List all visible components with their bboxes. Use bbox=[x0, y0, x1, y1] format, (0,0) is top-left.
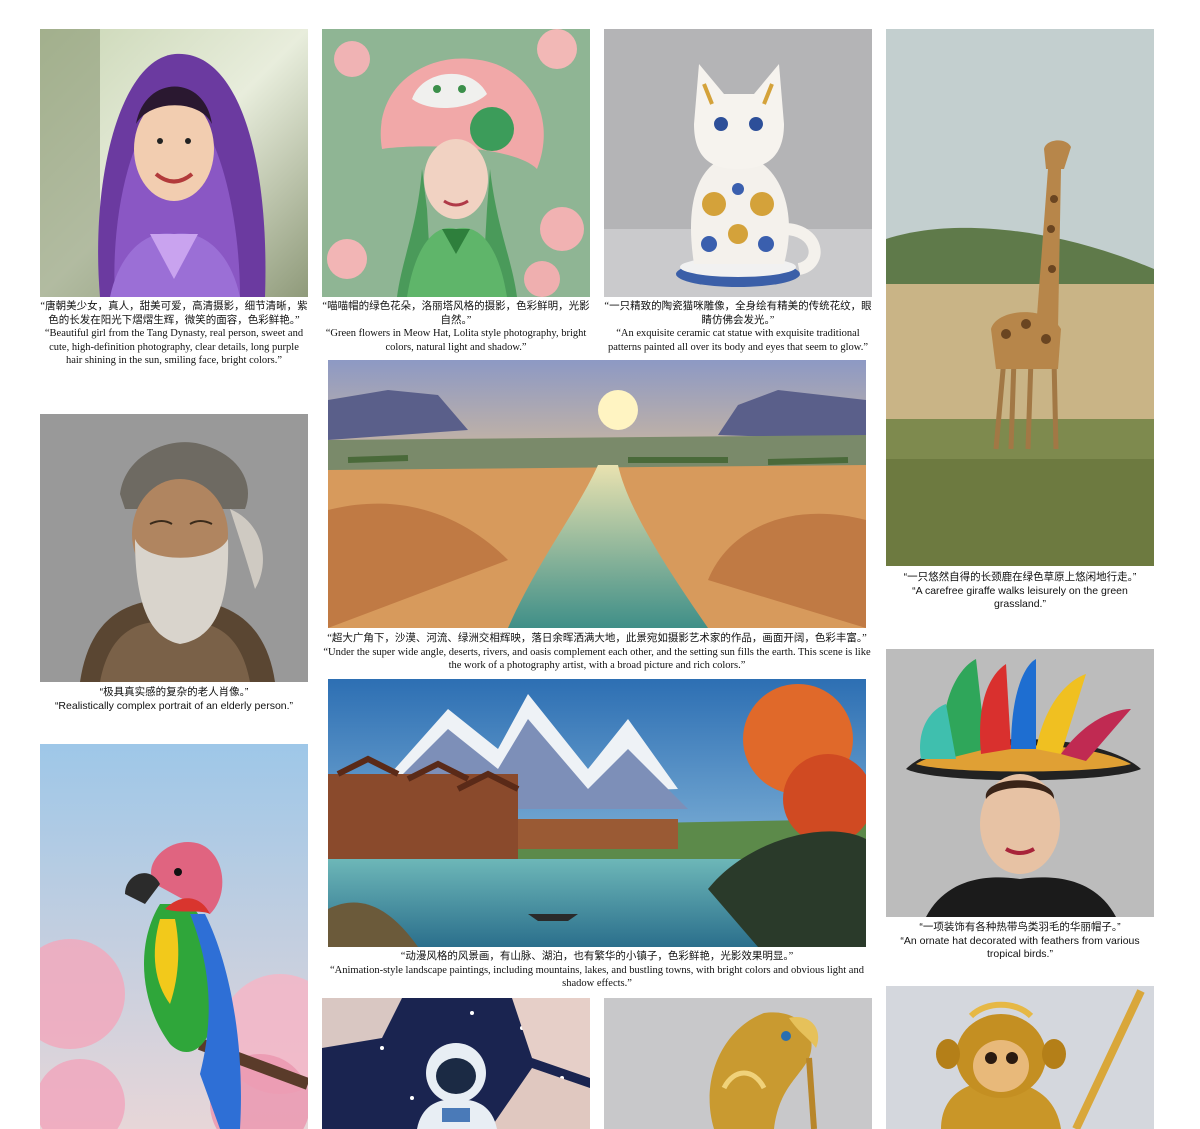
giraffe-image bbox=[886, 29, 1154, 566]
feather-hat-image bbox=[886, 649, 1154, 917]
caption-en: “Animation-style landscape paintings, in… bbox=[330, 964, 864, 990]
parrot-image bbox=[40, 744, 308, 1129]
caption-en: “Realistically complex portrait of an el… bbox=[54, 699, 294, 712]
caption-ceramic-cat: “一只精致的陶瓷猫咪雕像，全身绘有精美的传统花纹，眼睛仿佛会发光。” “An e… bbox=[604, 300, 872, 354]
caption-zh: “极具真实感的复杂的老人肖像。” bbox=[99, 686, 249, 698]
caption-zh: “动漫风格的风景画，有山脉、湖泊，也有繁华的小镇子，色彩鲜艳，光影效果明显。” bbox=[400, 951, 794, 962]
caption-en: “A carefree giraffe walks leisurely on t… bbox=[912, 584, 1128, 611]
caption-zh: “一只悠然自得的长颈鹿在绿色草原上悠闲地行走。” bbox=[903, 571, 1137, 583]
caption-en: “An ornate hat decorated with feathers f… bbox=[900, 934, 1140, 961]
caption-feather-hat: “一项装饰有各种热带鸟类羽毛的华丽帽子。” “An ornate hat dec… bbox=[886, 921, 1154, 962]
anime-landscape-image bbox=[328, 679, 866, 947]
caption-zh: “一项装饰有各种热带鸟类羽毛的华丽帽子。” bbox=[919, 921, 1121, 933]
golden-parrot-image bbox=[604, 998, 872, 1129]
golden-monkey-image bbox=[886, 986, 1154, 1129]
meow-hat-image bbox=[322, 29, 590, 297]
caption-giraffe: “一只悠然自得的长颈鹿在绿色草原上悠闲地行走。” “A carefree gir… bbox=[886, 571, 1154, 612]
caption-en: “Green flowers in Meow Hat, Lolita style… bbox=[325, 328, 587, 353]
caption-zh: “一只精致的陶瓷猫咪雕像，全身绘有精美的传统花纹，眼睛仿佛会发光。” bbox=[604, 301, 872, 326]
desert-river-image bbox=[328, 360, 866, 628]
caption-en: “Under the super wide angle, deserts, ri… bbox=[323, 646, 871, 672]
caption-zh: “喵喵帽的绿色花朵，洛丽塔风格的摄影，色彩鲜明，光影自然。” bbox=[322, 301, 590, 326]
caption-girl: “唐朝美少女，真人，甜美可爱，高清摄影，细节清晰，紫色的长发在阳光下熠熠生辉，微… bbox=[40, 300, 308, 368]
caption-zh: “唐朝美少女，真人，甜美可爱，高清摄影，细节清晰，紫色的长发在阳光下熠熠生辉，微… bbox=[40, 301, 308, 326]
caption-en: “An exquisite ceramic cat statue with ex… bbox=[608, 328, 868, 353]
caption-zh: “超大广角下，沙漠、河流、绿洲交相辉映，落日余晖洒满大地，此景宛如摄影艺术家的作… bbox=[327, 633, 867, 644]
ceramic-cat-image bbox=[604, 29, 872, 297]
portrait-girl-image bbox=[40, 29, 308, 297]
caption-anime-landscape: “动漫风格的风景画，有山脉、湖泊，也有繁华的小镇子，色彩鲜艳，光影效果明显。” … bbox=[322, 950, 872, 991]
caption-desert-river: “超大广角下，沙漠、河流、绿洲交相辉映，落日余晖洒满大地，此景宛如摄影艺术家的作… bbox=[322, 632, 872, 673]
astronaut-image bbox=[322, 998, 590, 1129]
elderly-portrait-image bbox=[40, 414, 308, 682]
caption-elderly: “极具真实感的复杂的老人肖像。” “Realistically complex … bbox=[40, 686, 308, 713]
caption-meow-hat: “喵喵帽的绿色花朵，洛丽塔风格的摄影，色彩鲜明，光影自然。” “Green fl… bbox=[322, 300, 590, 354]
caption-en: “Beautiful girl from the Tang Dynasty, r… bbox=[44, 328, 304, 366]
